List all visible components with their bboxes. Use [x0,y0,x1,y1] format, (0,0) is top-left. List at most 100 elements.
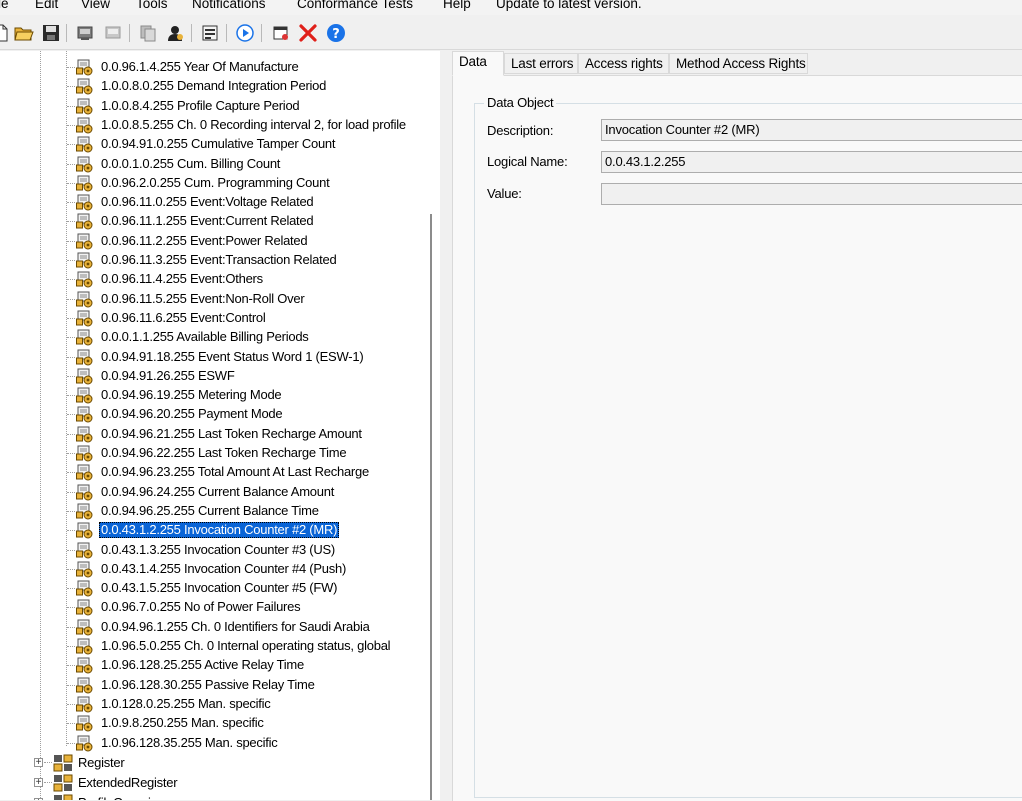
tab-access-rights[interactable]: Access rights [578,53,669,74]
data-object-icon [76,271,94,288]
tree-item[interactable]: 0.0.96.11.1.255 Event:Current Related [0,212,430,231]
menu-tools[interactable]: Tools [136,0,168,11]
tree-scrollbar[interactable] [430,214,432,800]
tree-connector [67,703,75,705]
tree-item[interactable]: 1.0.0.8.4.255 Profile Capture Period [0,97,430,116]
tree-item[interactable]: 1.0.96.128.25.255 Active Relay Time [0,656,430,675]
tree-item-label: 0.0.43.1.3.255 Invocation Counter #3 (US… [101,541,336,557]
tree-item-label: 0.0.94.91.0.255 Cumulative Tamper Count [101,136,336,152]
tree-item[interactable]: 0.0.96.11.2.255 Event:Power Related [0,232,430,251]
data-object-icon [76,715,94,732]
logical-name-field[interactable]: 0.0.43.1.2.255 [601,151,1022,173]
tree-item[interactable]: 0.0.94.96.22.255 Last Token Recharge Tim… [0,444,430,463]
user-icon[interactable] [164,22,186,44]
tab-method-access-rights[interactable]: Method Access Rights [669,53,808,74]
toolbar-separator [226,24,227,42]
tree-category-label: ExtendedRegister [78,775,178,790]
copy-icon[interactable] [137,22,159,44]
tree-item[interactable]: 0.0.94.96.25.255 Current Balance Time [0,502,430,521]
read-icon[interactable] [74,22,96,44]
tree-item[interactable]: 0.0.96.11.5.255 Event:Non-Roll Over [0,290,430,309]
tree-category[interactable]: + ExtendedRegister [0,773,430,793]
menu-update[interactable]: Update to latest version. [496,0,642,11]
menu-file[interactable]: le [0,0,9,11]
toolbar-separator [129,24,130,42]
tree-connector [67,86,75,88]
write-icon[interactable] [102,22,124,44]
tree-item[interactable]: 0.0.94.91.0.255 Cumulative Tamper Count [0,135,430,154]
tree-item[interactable]: 0.0.94.91.26.255 ESWF [0,367,430,386]
expand-icon[interactable]: + [34,778,43,788]
tree-item-label: 1.0.0.8.5.255 Ch. 0 Recording interval 2… [101,116,406,132]
tree-connector [67,433,75,435]
tab-last-errors[interactable]: Last errors [504,53,578,74]
save-icon[interactable] [40,22,62,44]
tree-item[interactable]: 0.0.96.11.0.255 Event:Voltage Related [0,193,430,212]
data-object-icon [76,291,94,308]
tree-item[interactable]: 0.0.94.96.19.255 Metering Mode [0,386,430,405]
tree-item[interactable]: 0.0.96.11.3.255 Event:Transaction Relate… [0,251,430,270]
object-tree[interactable]: 0.0.96.1.4.255 Year Of Manufacture 1.0.0.… [0,51,440,800]
tree-item[interactable]: 0.0.94.96.21.255 Last Token Recharge Amo… [0,425,430,444]
run-icon[interactable] [234,22,256,44]
tree-item[interactable]: 0.0.94.96.20.255 Payment Mode [0,405,430,424]
delete-icon[interactable] [297,22,319,44]
data-object-icon [76,484,94,501]
tree-item[interactable]: 0.0.43.1.2.255 Invocation Counter #2 (MR… [0,521,430,540]
tree-item[interactable]: 1.0.0.8.0.255 Demand Integration Period [0,77,430,96]
toolbar-separator [191,24,192,42]
tree-connector [67,356,75,358]
tree-item[interactable]: 0.0.0.1.0.255 Cum. Billing Count [0,155,430,174]
tab-data[interactable]: Data [452,51,504,76]
help-icon[interactable]: ? [325,22,347,44]
tree-item[interactable]: 0.0.0.1.1.255 Available Billing Periods [0,328,430,347]
tree-connector [67,124,75,126]
tree-category[interactable]: + Register [0,753,430,773]
tree-connector [67,298,75,300]
menu-view[interactable]: View [81,0,110,11]
data-object-group: Data Object Description: Invocation Coun… [474,95,1022,798]
menu-bar: le Edit View Tools Notifications Conform… [0,0,1022,15]
tree-item[interactable]: 0.0.94.96.24.255 Current Balance Amount [0,483,430,502]
tree-item[interactable]: 1.0.0.8.5.255 Ch. 0 Recording interval 2… [0,116,430,135]
tree-item[interactable]: 1.0.96.128.35.255 Man. specific [0,734,430,753]
data-object-icon [76,194,94,211]
description-field[interactable]: Invocation Counter #2 (MR) [601,119,1022,141]
tree-item[interactable]: 0.0.96.7.0.255 No of Power Failures [0,598,430,617]
tree-item[interactable]: 0.0.96.1.4.255 Year Of Manufacture [0,58,430,77]
properties-icon[interactable] [199,22,221,44]
menu-notifications[interactable]: Notifications [192,0,266,11]
tree-item[interactable]: 0.0.94.91.18.255 Event Status Word 1 (ES… [0,348,430,367]
tree-item[interactable]: 1.0.96.128.30.255 Passive Relay Time [0,676,430,695]
new-icon[interactable] [0,22,12,44]
menu-conformance-tests[interactable]: Conformance Tests [297,0,413,11]
tree-item[interactable]: 0.0.94.96.23.255 Total Amount At Last Re… [0,463,430,482]
tree-connector [67,510,75,512]
expand-icon[interactable]: + [34,758,43,768]
tree-item[interactable]: 0.0.43.1.3.255 Invocation Counter #3 (US… [0,541,430,560]
tree-item[interactable]: 0.0.96.11.6.255 Event:Control [0,309,430,328]
tree-item-label: 0.0.94.96.24.255 Current Balance Amount [101,483,335,499]
pane-splitter[interactable] [440,51,452,800]
tree-item[interactable]: 0.0.43.1.5.255 Invocation Counter #5 (FW… [0,579,430,598]
tree-connector [67,260,75,261]
tree-item[interactable]: 0.0.94.96.1.255 Ch. 0 Identifiers for Sa… [0,618,430,637]
tree-item[interactable]: 0.0.96.2.0.255 Cum. Programming Count [0,174,430,193]
menu-help[interactable]: Help [443,0,471,11]
tree-item[interactable]: 0.0.96.11.4.255 Event:Others [0,270,430,289]
tree-item-label: 1.0.96.128.35.255 Man. specific [101,734,278,750]
tree-connector [67,279,75,281]
tree-connector [67,414,75,416]
menu-edit[interactable]: Edit [35,0,58,11]
tree-item[interactable]: 1.0.9.8.250.255 Man. specific [0,714,430,733]
open-folder-icon[interactable] [13,22,35,44]
tree-connector [67,337,75,339]
settings-icon[interactable] [270,22,292,44]
tree-item[interactable]: 1.0.96.5.0.255 Ch. 0 Internal operating … [0,637,430,656]
tree-item-label: 1.0.9.8.250.255 Man. specific [101,715,264,731]
tree-item[interactable]: 1.0.128.0.25.255 Man. specific [0,695,430,714]
tree-item[interactable]: 0.0.43.1.4.255 Invocation Counter #4 (Pu… [0,560,430,579]
tree-connector [67,607,75,609]
value-field[interactable] [601,183,1022,205]
tree-category[interactable]: +ProfileGeneric [0,793,430,800]
